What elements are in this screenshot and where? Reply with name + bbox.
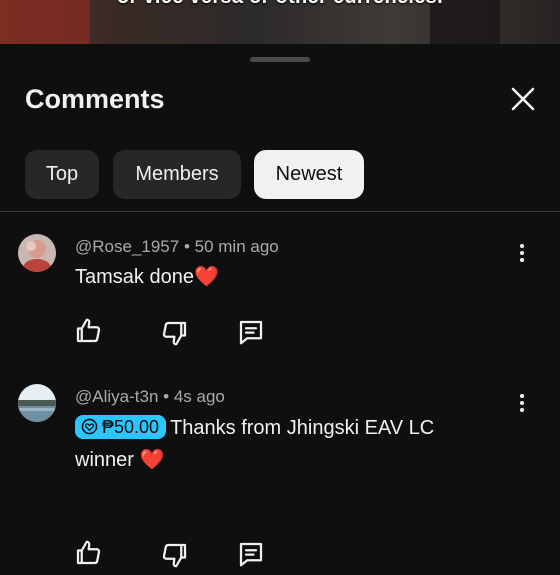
close-button[interactable] (508, 84, 538, 114)
comment-item: @Aliya-t3n • 4s ago ₱50.00 Thanks from J… (0, 374, 560, 568)
comment-item: @Rose_1957 • 50 min ago Tamsak done❤️ (0, 224, 560, 374)
avatar[interactable] (18, 384, 56, 422)
comment-author[interactable]: @Aliya-t3n (75, 387, 158, 406)
drag-handle[interactable] (250, 57, 310, 62)
comment-author[interactable]: @Rose_1957 (75, 237, 179, 256)
super-thanks-amount: ₱50.00 (102, 416, 160, 437)
chip-label: Members (135, 163, 219, 185)
chip-label: Top (45, 163, 79, 185)
panel-title: Comments (25, 84, 165, 114)
thumbs-up-icon (76, 540, 101, 565)
more-options-button[interactable] (510, 241, 534, 267)
like-button[interactable] (73, 538, 103, 568)
comments-sheet: Comments Top Members Newest @Rose_1957 •… (0, 44, 560, 568)
comment-body: Tamsak done (75, 266, 194, 288)
comment-body: Thanks from Jhingski EAV LC (170, 417, 435, 439)
comment-body: winner (75, 449, 134, 471)
meta-separator: • (163, 387, 170, 406)
chip-members[interactable]: Members (113, 150, 241, 199)
more-vert-icon (510, 244, 534, 262)
comment-meta: @Rose_1957 • 50 min ago (75, 237, 279, 257)
chip-top[interactable]: Top (25, 150, 99, 199)
more-vert-icon (510, 394, 534, 412)
reply-icon (239, 320, 263, 345)
dislike-button[interactable] (160, 318, 190, 348)
chip-newest[interactable]: Newest (254, 150, 364, 199)
chip-label: Newest (275, 163, 343, 185)
avatar[interactable] (18, 234, 56, 272)
heart-emoji: ❤️ (193, 266, 219, 288)
reply-icon (239, 542, 263, 567)
thumbs-down-icon (162, 321, 187, 346)
comment-text: Tamsak done❤️ (75, 261, 515, 293)
divider (0, 211, 560, 212)
thumbs-down-icon (162, 543, 187, 568)
video-caption: or vice versa or other currencies. (0, 0, 560, 9)
comment-time: 4s ago (173, 387, 225, 406)
comment-time: 50 min ago (194, 237, 279, 256)
dislike-button[interactable] (160, 540, 190, 570)
like-button[interactable] (73, 316, 103, 346)
super-thanks-icon (81, 418, 98, 435)
thumbs-up-icon (76, 318, 101, 343)
reply-button[interactable] (236, 539, 266, 569)
avatar-image (18, 234, 56, 272)
super-thanks-badge: ₱50.00 (75, 414, 167, 439)
comment-text: ₱50.00 Thanks from Jhingski EAV LC winne… (75, 412, 515, 476)
comment-meta: @Aliya-t3n • 4s ago (75, 387, 225, 407)
avatar-image (18, 384, 56, 422)
close-icon (511, 87, 535, 111)
meta-separator: • (183, 237, 190, 256)
video-player-strip[interactable]: or vice versa or other currencies. (0, 0, 560, 44)
heart-emoji: ❤️ (139, 449, 165, 471)
more-options-button[interactable] (510, 391, 534, 417)
reply-button[interactable] (236, 317, 266, 347)
